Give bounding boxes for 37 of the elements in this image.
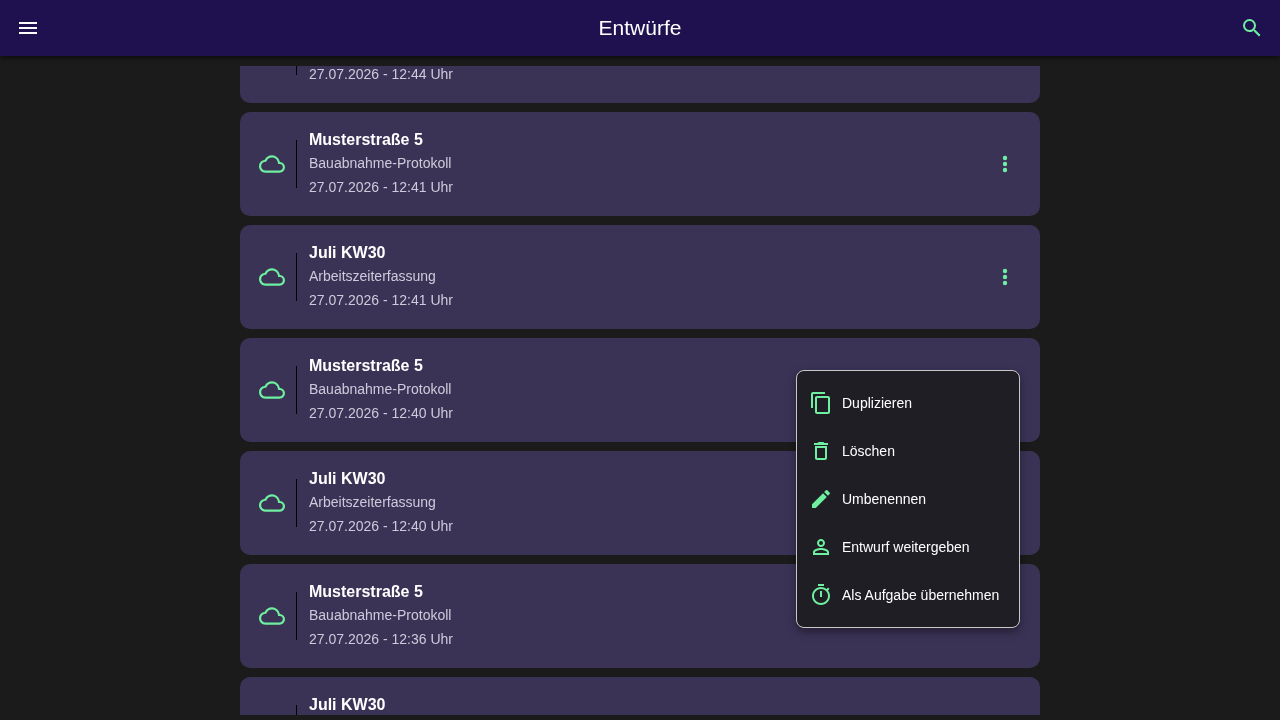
draft-type: Bauabnahme-Protokoll [309,381,452,397]
draft-title: Musterstraße 5 [309,583,423,601]
draft-date: 27.07.2026 - 12:41 Uhr [309,292,453,308]
more-vert-icon [1002,155,1008,173]
draft-title: Juli KW30 [309,696,386,714]
stopwatch-icon [809,583,833,607]
draft-card[interactable]: Juli KW30 Arbeitszeiterfassung 27.07.2026 - 12:41 Uhr [240,225,1040,329]
draft-date: 27.07.2026 - 12:41 Uhr [309,179,453,195]
more-vert-icon [1002,268,1008,286]
draft-type: Bauabnahme-Protokoll [309,155,452,171]
pencil-icon [809,487,833,511]
draft-type: Arbeitszeiterfassung [309,268,436,284]
menu-item[interactable]: Als Aufgabe übernehmen [797,571,1019,619]
draft-title: Juli KW30 [309,470,386,488]
draft-title: Musterstraße 5 [309,357,423,375]
draft-date: 27.07.2026 - 12:40 Uhr [309,405,453,421]
draft-card[interactable]: Juli KW30 [240,677,1040,715]
page-title: Entwürfe [598,16,682,40]
menu-item[interactable]: Umbenennen [797,475,1019,523]
draft-date: 27.07.2026 - 12:36 Uhr [309,631,453,647]
more-button[interactable] [1002,268,1008,286]
cloud-icon [259,380,285,400]
cloud-icon [259,606,285,626]
draft-date: 27.07.2026 - 12:40 Uhr [309,518,453,534]
cloud-icon [259,493,285,513]
cloud-icon [259,267,285,287]
cloud-icon [259,154,285,174]
menu-item[interactable]: Duplizieren [797,379,1019,427]
draft-date: 27.07.2026 - 12:44 Uhr [309,66,453,82]
draft-title: Musterstraße 5 [309,131,423,149]
draft-type: Arbeitszeiterfassung [309,494,436,510]
more-button[interactable] [1002,155,1008,173]
draft-title: Juli KW30 [309,244,386,262]
copy-icon [809,391,833,415]
draft-card[interactable]: Musterstraße 5 Bauabnahme-Protokoll 27.07.2026 - 12:41 Uhr [240,112,1040,216]
draft-card[interactable]: 27.07.2026 - 12:44 Uhr [240,66,1040,103]
draft-type: Bauabnahme-Protokoll [309,607,452,623]
